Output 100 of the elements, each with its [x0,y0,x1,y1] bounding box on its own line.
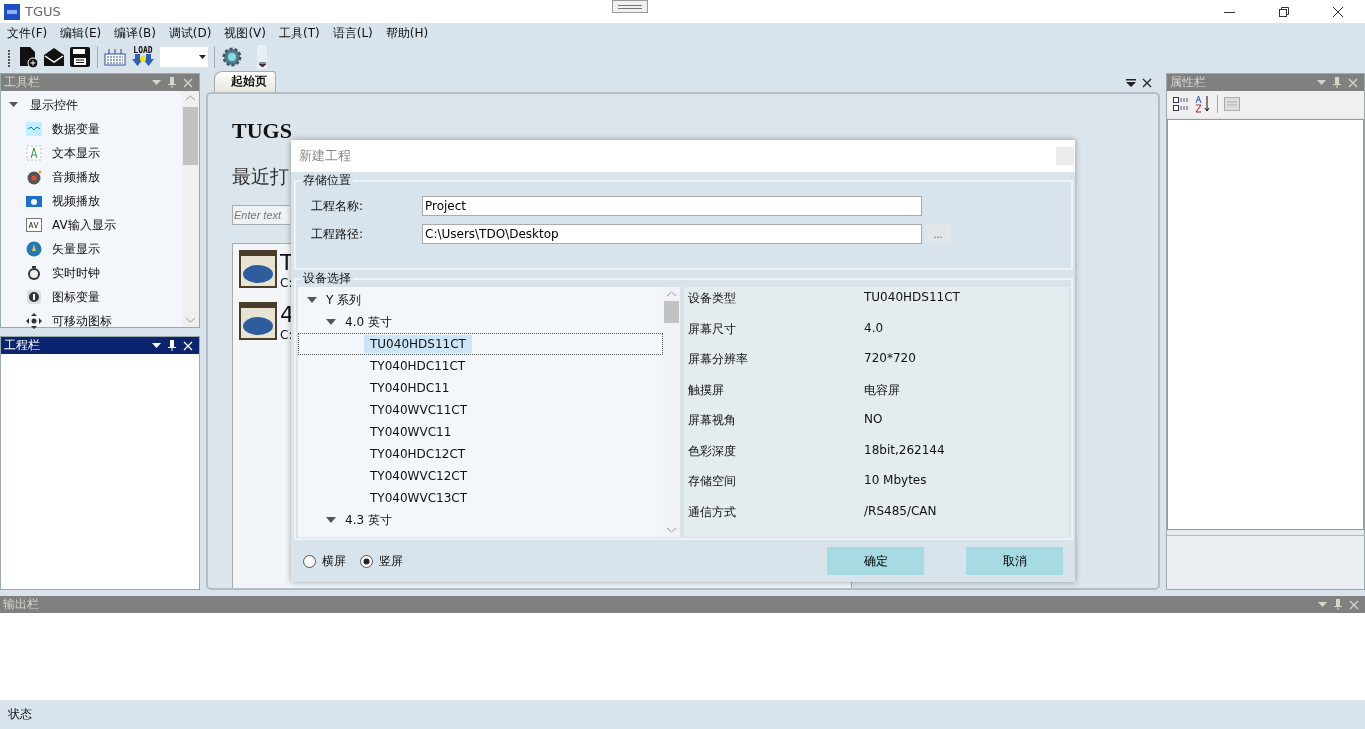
detail-value: NO [864,412,883,426]
toolbox-item[interactable]: 图标变量 [52,288,100,306]
control-icon [26,193,42,209]
control-icon [26,265,42,281]
menu-item[interactable]: 编译(B) [114,24,156,42]
keyboard-icon[interactable] [104,46,126,68]
detail-label: 触摸屏 [688,381,725,399]
ok-button[interactable]: 确定 [827,547,924,575]
menu-item[interactable]: 工具(T) [279,24,320,42]
dialog-title: 新建工程 [299,147,351,165]
device-item[interactable]: TY040HDC12CT [364,445,472,463]
close-icon[interactable] [1142,78,1152,88]
recent-title: 最近打 [232,164,289,189]
tree-group[interactable]: 显示控件 [1,93,182,117]
toolbox-item[interactable]: 文本显示 [52,144,100,162]
project-path: C: [280,276,294,290]
expand-arrow-icon[interactable] [326,516,336,524]
tab-list-icon[interactable] [1126,79,1136,88]
toolbar-overflow-button[interactable] [257,45,267,69]
device-item[interactable]: TY040HDC11CT [364,357,472,375]
input-field[interactable]: Project [422,196,922,216]
envelope-icon[interactable] [43,46,65,68]
radio-label[interactable]: 竖屏 [379,552,403,570]
scroll-thumb[interactable] [664,301,679,323]
toolbar-grip[interactable] [8,47,11,67]
expand-arrow-icon[interactable] [326,318,336,326]
radio-button[interactable] [303,554,316,568]
device-item[interactable]: TY040WVC11CT [364,401,473,419]
cancel-button[interactable]: 取消 [966,547,1063,575]
start-heading: TUGS [232,118,292,144]
detail-value: /RS485/CAN [864,503,937,518]
control-icon [26,169,42,185]
restore-icon[interactable] [1278,5,1290,18]
pin-icon[interactable] [168,340,176,351]
detail-label: 屏幕尺寸 [688,320,737,338]
categorized-icon[interactable] [1173,96,1189,112]
menu-item[interactable]: 视图(V) [224,24,266,42]
tree-node[interactable]: Y 系列 [326,291,362,309]
field-label: 工程名称: [310,197,365,215]
radio-label[interactable]: 横屏 [322,552,346,570]
device-item[interactable]: TY040WVC12CT [364,467,473,485]
menu-item[interactable]: 文件(F) [7,24,48,42]
scroll-thumb[interactable] [183,107,198,165]
expand-arrow-icon[interactable] [307,296,317,304]
tab[interactable]: 起始页 [214,71,276,92]
status-text: 状态 [8,706,32,723]
device-item[interactable]: TU040HDS11CT [364,335,472,353]
search-field[interactable]: Enter text [232,205,290,225]
detail-value: 720*720 [864,351,916,365]
radio-button[interactable] [360,554,373,568]
group-title: 设备选择 [301,270,353,287]
sort-alpha-icon[interactable] [1195,95,1211,113]
scrollbar[interactable] [663,287,680,537]
tree-node[interactable]: 4.0 英寸 [345,313,392,331]
menu-item[interactable]: 语言(L) [332,24,373,42]
field-label: 工程路径: [310,225,365,243]
menu-item[interactable]: 调试(D) [168,24,212,42]
panel-title: 属性栏 [1170,74,1206,91]
panel-title: 工具栏 [4,74,40,91]
project-icon[interactable] [239,250,277,288]
project-path: C: [280,328,294,342]
browse-button[interactable]: ... [925,224,951,244]
panel-title: 输出栏 [3,596,39,613]
device-item[interactable]: TY040HDC11 [364,379,456,397]
expand-arrow-icon[interactable] [9,102,18,108]
toolbox-item[interactable]: 数据变量 [52,120,100,138]
detail-value: TU040HDS11CT [864,290,960,304]
scrollbar[interactable] [182,91,199,327]
toolbox-item[interactable]: 实时时钟 [52,264,100,282]
caret-icon[interactable] [199,55,206,59]
project-icon[interactable] [239,302,277,340]
device-item[interactable]: TY040WVC11 [364,423,458,441]
control-icon [26,121,42,137]
title-handle[interactable] [611,0,648,13]
control-icon [26,241,42,257]
panel-title: 工程栏 [4,337,40,354]
device-item[interactable]: TY040WVC13CT [364,489,473,507]
control-icon [26,217,42,233]
detail-label: 色彩深度 [688,442,737,460]
dropdown-icon[interactable] [152,342,161,349]
input-field[interactable]: C:\Users\TDO\Desktop [422,224,922,244]
toolbox-item[interactable]: 矢量显示 [52,240,100,258]
close-icon[interactable] [1332,5,1344,18]
toolbox-item[interactable]: 视频播放 [52,192,100,210]
settings-icon[interactable] [221,46,243,68]
overflow-icon[interactable] [258,62,266,67]
toolbox-item[interactable]: AV输入显示 [52,216,116,234]
toolbox-item[interactable]: 可移动图标 [52,312,112,330]
control-icon [26,313,42,329]
detail-label: 屏幕分辨率 [688,351,749,368]
tree-node[interactable]: 4.3 英寸 [345,511,392,529]
control-icon [26,289,42,305]
group-title: 存储位置 [301,172,353,189]
new-file-icon[interactable] [17,46,39,68]
save-icon[interactable] [69,46,91,68]
menu-item[interactable]: 帮助(H) [385,24,429,42]
detail-label: 存储空间 [688,473,737,490]
menu-item[interactable]: 编辑(E) [60,24,102,42]
toolbox-item[interactable]: 音频播放 [52,168,100,186]
app-logo-icon [4,3,20,20]
